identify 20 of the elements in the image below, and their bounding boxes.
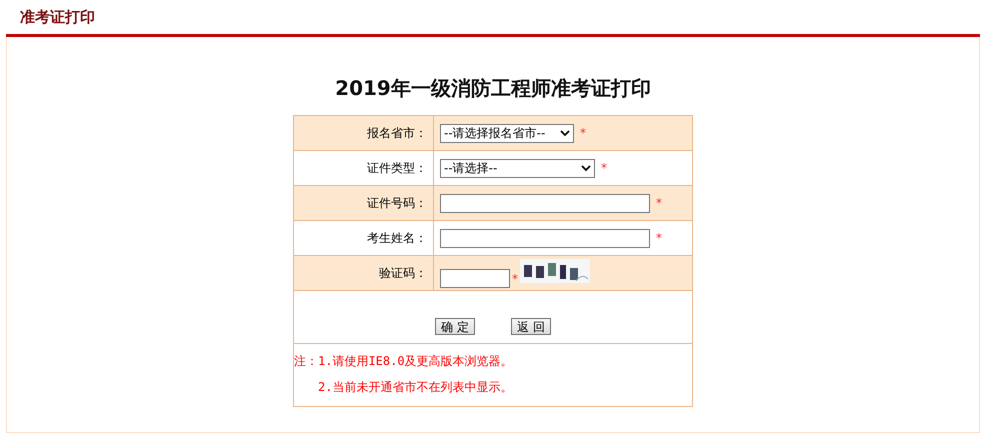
chevron-down-icon [560, 130, 570, 136]
dropdown[interactable]: --请选择报名省市-- [440, 124, 574, 142]
note-text: 2.当前未开通省市不在列表中显示。 [318, 378, 512, 396]
confirm-button[interactable]: 确 定 [435, 318, 475, 335]
required-mark: * [656, 231, 662, 245]
text-input[interactable] [440, 228, 650, 248]
required-mark: * [512, 272, 518, 286]
note-label: 注： [294, 352, 318, 370]
captcha-input[interactable] [440, 268, 510, 288]
dropdown[interactable]: --请选择-- [440, 158, 595, 178]
back-button[interactable]: 返 回 [511, 318, 551, 335]
page-title: 准考证打印 [20, 8, 95, 26]
required-mark: * [580, 126, 586, 140]
note-text: 1.请使用IE8.0及更高版本浏览器。 [318, 352, 513, 370]
required-mark: * [656, 196, 662, 210]
required-mark: * [601, 161, 607, 175]
chevron-down-icon [581, 164, 591, 172]
text-input[interactable] [440, 194, 650, 212]
page-heading: 2019年一级消防工程师准考证打印 [334, 75, 652, 102]
field-label: 验证码： [294, 256, 434, 290]
